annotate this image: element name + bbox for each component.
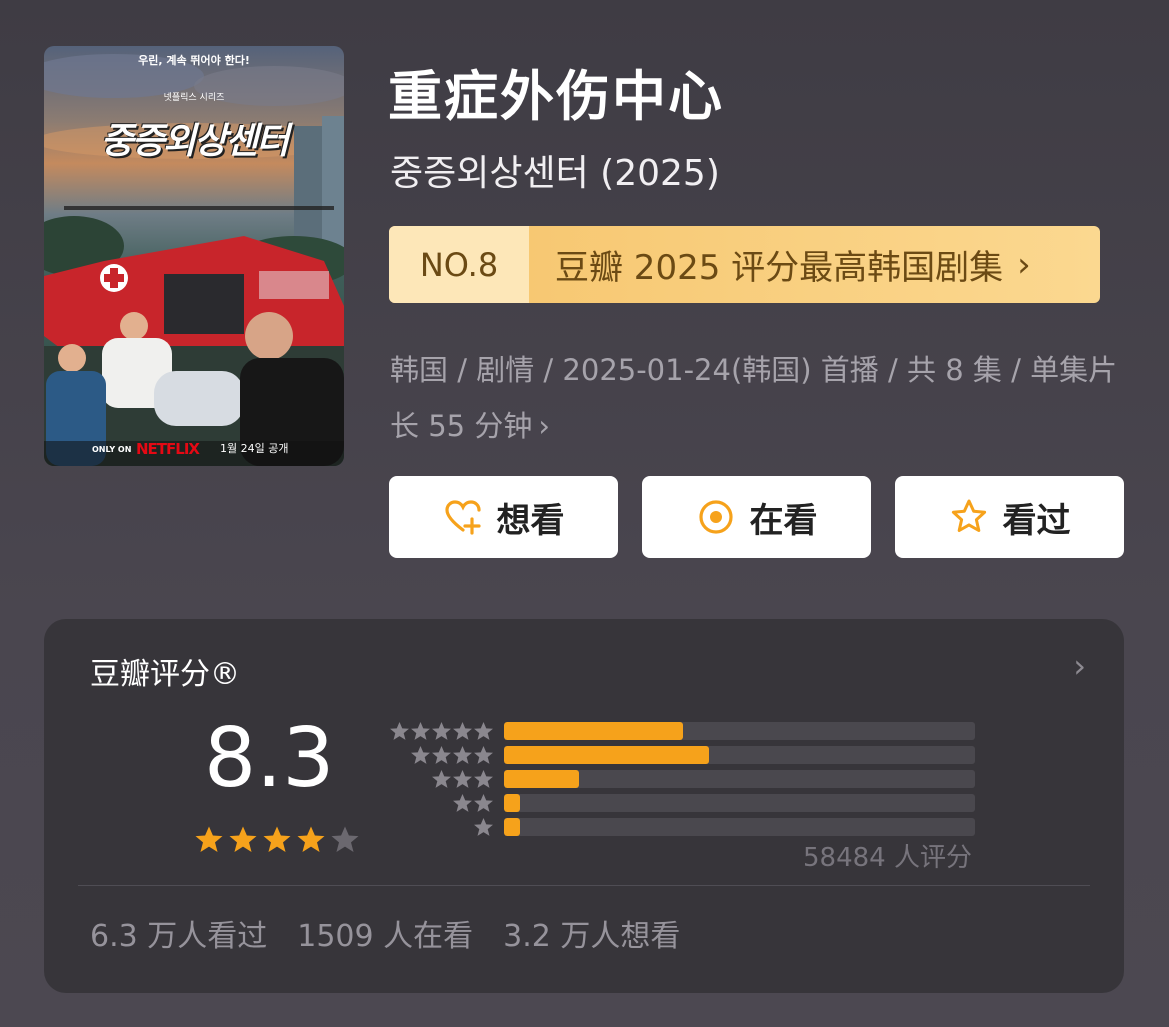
distribution-row-2-star — [382, 791, 975, 815]
poster-only-on: ONLY ON — [92, 445, 132, 454]
watch-stats: 6.3 万人看过 1509 人在看 3.2 万人想看 — [90, 911, 680, 955]
watching-label: 在看 — [749, 500, 818, 541]
heart-plus-icon — [443, 497, 483, 537]
star-small-icon — [411, 721, 430, 740]
distribution-stars — [382, 721, 494, 742]
distribution-track — [504, 818, 975, 836]
distribution-track — [504, 746, 975, 764]
star-small-icon — [411, 745, 430, 764]
ranking-banner[interactable]: NO.8 豆瓣 2025 评分最高韩国剧集 › — [389, 226, 1100, 303]
distribution-stars — [382, 769, 494, 790]
watching-count: 1509 人在看 — [297, 919, 474, 954]
chevron-right-icon: › — [538, 409, 550, 443]
poster-tagline: 우린, 계속 뛰어야 한다! — [138, 54, 250, 67]
score-stars — [194, 825, 360, 855]
distribution-track — [504, 722, 975, 740]
star-small-icon — [432, 721, 451, 740]
distribution-stars — [382, 745, 494, 766]
want-count: 3.2 万人想看 — [503, 919, 681, 954]
circle-dot-icon — [696, 497, 736, 537]
star-small-icon — [474, 769, 493, 788]
watched-button[interactable]: 看过 — [895, 476, 1124, 558]
distribution-bar — [504, 770, 580, 788]
star-small-icon — [390, 721, 409, 740]
star-small-icon — [474, 817, 493, 836]
watched-count: 6.3 万人看过 — [90, 919, 268, 954]
want-to-watch-label: 想看 — [496, 500, 565, 541]
distribution-stars — [382, 817, 494, 838]
star-small-icon — [474, 721, 493, 740]
distribution-track — [504, 770, 975, 788]
distribution-bar — [504, 818, 521, 836]
star-filled-icon — [297, 826, 325, 852]
meta-text: 韩国 / 剧情 / 2025-01-24(韩国) 首播 / 共 8 集 / 单集… — [390, 353, 1118, 443]
poster-series-label: 넷플릭스 시리즈 — [163, 93, 225, 103]
distribution-row-1-star — [382, 815, 975, 839]
star-filled-icon — [229, 826, 257, 852]
star-outline-icon — [949, 497, 989, 537]
action-buttons: 想看 在看 看过 — [389, 476, 1124, 558]
ranking-number: NO.8 — [389, 226, 529, 303]
poster-artwork — [44, 54, 344, 466]
original-title: 중증외상센터 (2025) — [390, 153, 720, 194]
poster-korean-title: 중증외상센터 — [100, 121, 290, 162]
watching-button[interactable]: 在看 — [642, 476, 871, 558]
divider — [78, 885, 1090, 886]
star-filled-icon — [195, 826, 223, 852]
distribution-row-4-star — [382, 743, 975, 767]
chevron-right-icon: › — [1017, 244, 1031, 285]
distribution-row-3-star — [382, 767, 975, 791]
distribution-track — [504, 794, 975, 812]
ranking-label-wrap: 豆瓣 2025 评分最高韩国剧集 › — [529, 226, 1100, 303]
meta-info[interactable]: 韩国 / 剧情 / 2025-01-24(韩国) 首播 / 共 8 集 / 单集… — [390, 342, 1130, 454]
star-small-icon — [453, 721, 472, 740]
watched-label: 看过 — [1002, 500, 1071, 541]
distribution-bar — [504, 746, 709, 764]
distribution-bar — [504, 722, 683, 740]
star-small-icon — [453, 769, 472, 788]
star-small-icon — [474, 793, 493, 812]
chevron-right-icon[interactable]: › — [1073, 647, 1086, 685]
page-title: 重症外伤中心 — [388, 65, 724, 128]
netflix-logo: NETFLIX — [136, 440, 200, 458]
star-filled-icon — [263, 826, 291, 852]
poster-release-note: 1월 24일 공개 — [220, 442, 289, 455]
distribution-row-5-star — [382, 719, 975, 743]
poster-image[interactable]: 우린, 계속 뛰어야 한다! 넷플릭스 시리즈 중증외상센터 ONLY ON N… — [44, 46, 344, 466]
distribution-bar — [504, 794, 521, 812]
distribution-stars — [382, 793, 494, 814]
rating-score: 8.3 — [204, 711, 335, 806]
rating-card[interactable]: 豆瓣评分® › 8.3 58484 人评分 6.3 万人看过 1509 人在看 … — [44, 619, 1124, 993]
star-small-icon — [474, 745, 493, 764]
star-small-icon — [453, 745, 472, 764]
star-empty-icon — [331, 826, 359, 852]
rating-count: 58484 人评分 — [803, 843, 972, 873]
star-small-icon — [453, 793, 472, 812]
star-small-icon — [432, 745, 451, 764]
want-to-watch-button[interactable]: 想看 — [389, 476, 618, 558]
rating-distribution — [382, 719, 975, 839]
ranking-label: 豆瓣 2025 评分最高韩国剧集 — [555, 248, 1004, 288]
rating-heading: 豆瓣评分® — [90, 657, 240, 692]
star-small-icon — [432, 769, 451, 788]
